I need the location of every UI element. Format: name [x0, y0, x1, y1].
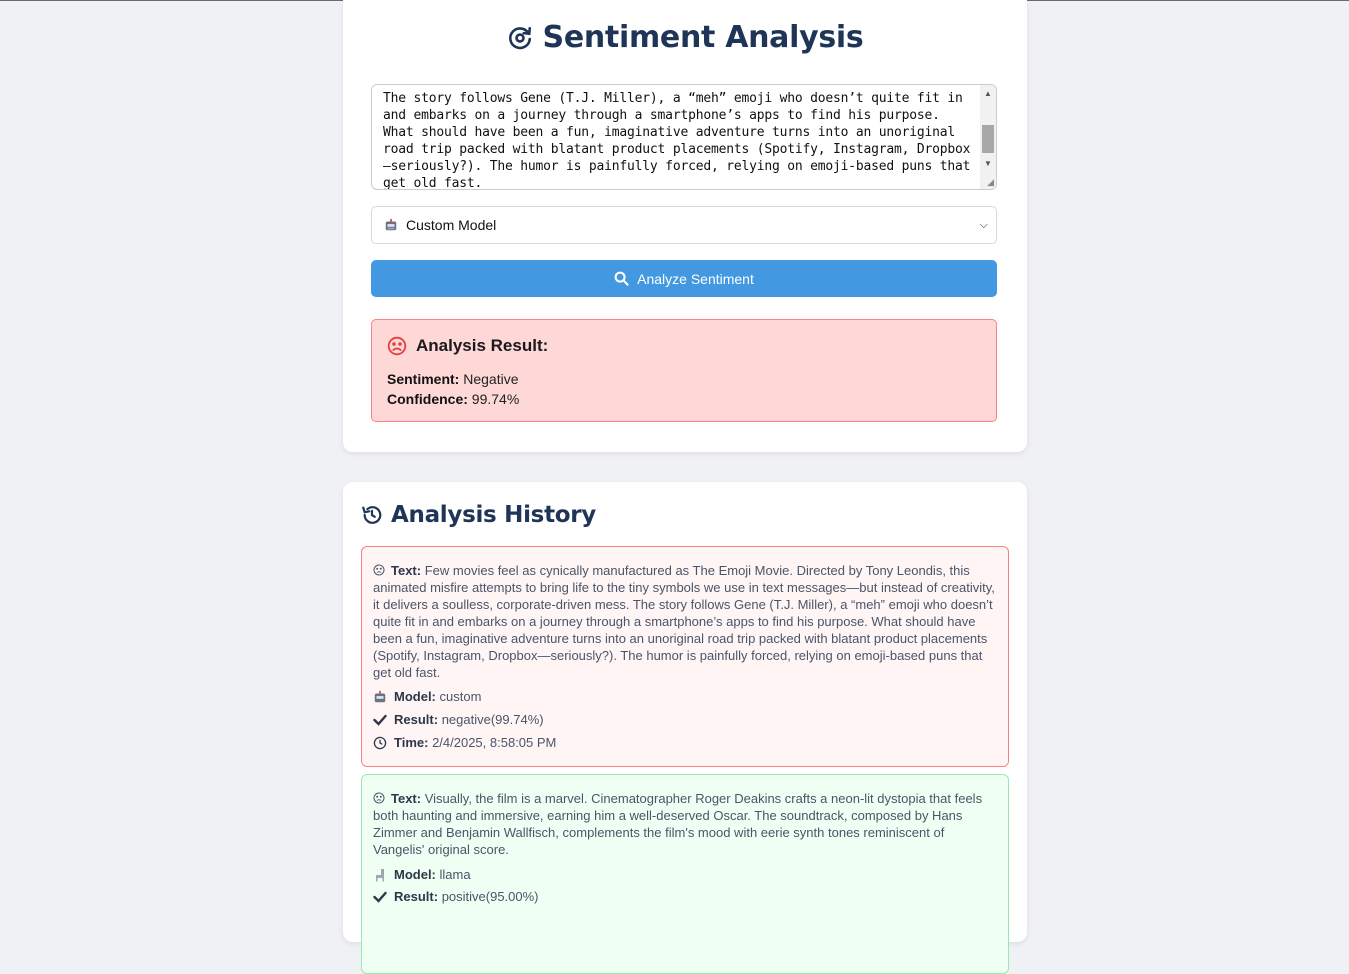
- search-icon: [614, 271, 629, 286]
- scroll-thumb[interactable]: [982, 125, 994, 153]
- history-item-time: Time: 2/4/2025, 8:58:05 PM: [373, 734, 556, 751]
- confidence-value: 99.74%: [471, 391, 520, 407]
- scroll-up-icon[interactable]: ▲: [984, 89, 992, 98]
- history-item-model: Model: llama: [373, 866, 471, 883]
- history-item-result: Result: positive(95.00%): [373, 888, 539, 905]
- robot-icon: [385, 218, 397, 231]
- sentiment-line: Sentiment: Negative: [387, 371, 519, 387]
- neutral-face-icon: [373, 564, 385, 576]
- review-text[interactable]: The story follows Gene (T.J. Miller), a …: [383, 90, 973, 189]
- history-item-model: Model: custom: [373, 688, 481, 705]
- history-item-text: Text: Visually, the film is a marvel. Ci…: [373, 791, 983, 857]
- robot-icon: [374, 690, 386, 702]
- history-card: Analysis History Text: Few movies feel a…: [343, 482, 1027, 974]
- textarea-scrollbar[interactable]: ▲ ▼: [980, 85, 996, 189]
- model-select-value: Custom Model: [406, 217, 497, 233]
- title-text: Sentiment Analysis: [542, 20, 864, 55]
- neutral-face-icon: [373, 792, 385, 804]
- analysis-result-panel: Analysis Result: Sentiment: Negative Con…: [371, 319, 997, 422]
- chevron-down-icon[interactable]: ⌵: [980, 219, 988, 232]
- model-select[interactable]: Custom Model ⌵: [371, 206, 997, 244]
- resize-handle-icon[interactable]: ◢: [987, 177, 994, 188]
- sentiment-value: Negative: [463, 371, 519, 387]
- frown-icon: [387, 336, 407, 356]
- history-heading: Analysis History: [361, 502, 596, 528]
- check-icon: [373, 891, 387, 903]
- history-item[interactable]: Text: Visually, the film is a marvel. Ci…: [361, 774, 1009, 974]
- review-textarea[interactable]: The story follows Gene (T.J. Miller), a …: [371, 84, 997, 190]
- eye-sync-icon: [508, 26, 531, 49]
- history-item-text: Text: Few movies feel as cynically manuf…: [373, 563, 995, 680]
- confidence-line: Confidence: 99.74%: [387, 391, 520, 407]
- clock-icon: [373, 736, 387, 749]
- scroll-down-icon[interactable]: ▼: [984, 159, 992, 168]
- result-heading: Analysis Result:: [387, 336, 548, 356]
- check-icon: [373, 714, 387, 726]
- analyzer-card: Sentiment Analysis The story follows Gen…: [343, 0, 1027, 452]
- llama-icon: [376, 868, 384, 881]
- history-item-result: Result: negative(99.74%): [373, 711, 544, 728]
- analyze-sentiment-button[interactable]: Analyze Sentiment: [371, 260, 997, 297]
- history-icon: [362, 506, 382, 524]
- page-title: Sentiment Analysis: [343, 20, 1027, 55]
- history-item[interactable]: Text: Few movies feel as cynically manuf…: [361, 546, 1009, 767]
- analyze-button-label: Analyze Sentiment: [637, 270, 754, 287]
